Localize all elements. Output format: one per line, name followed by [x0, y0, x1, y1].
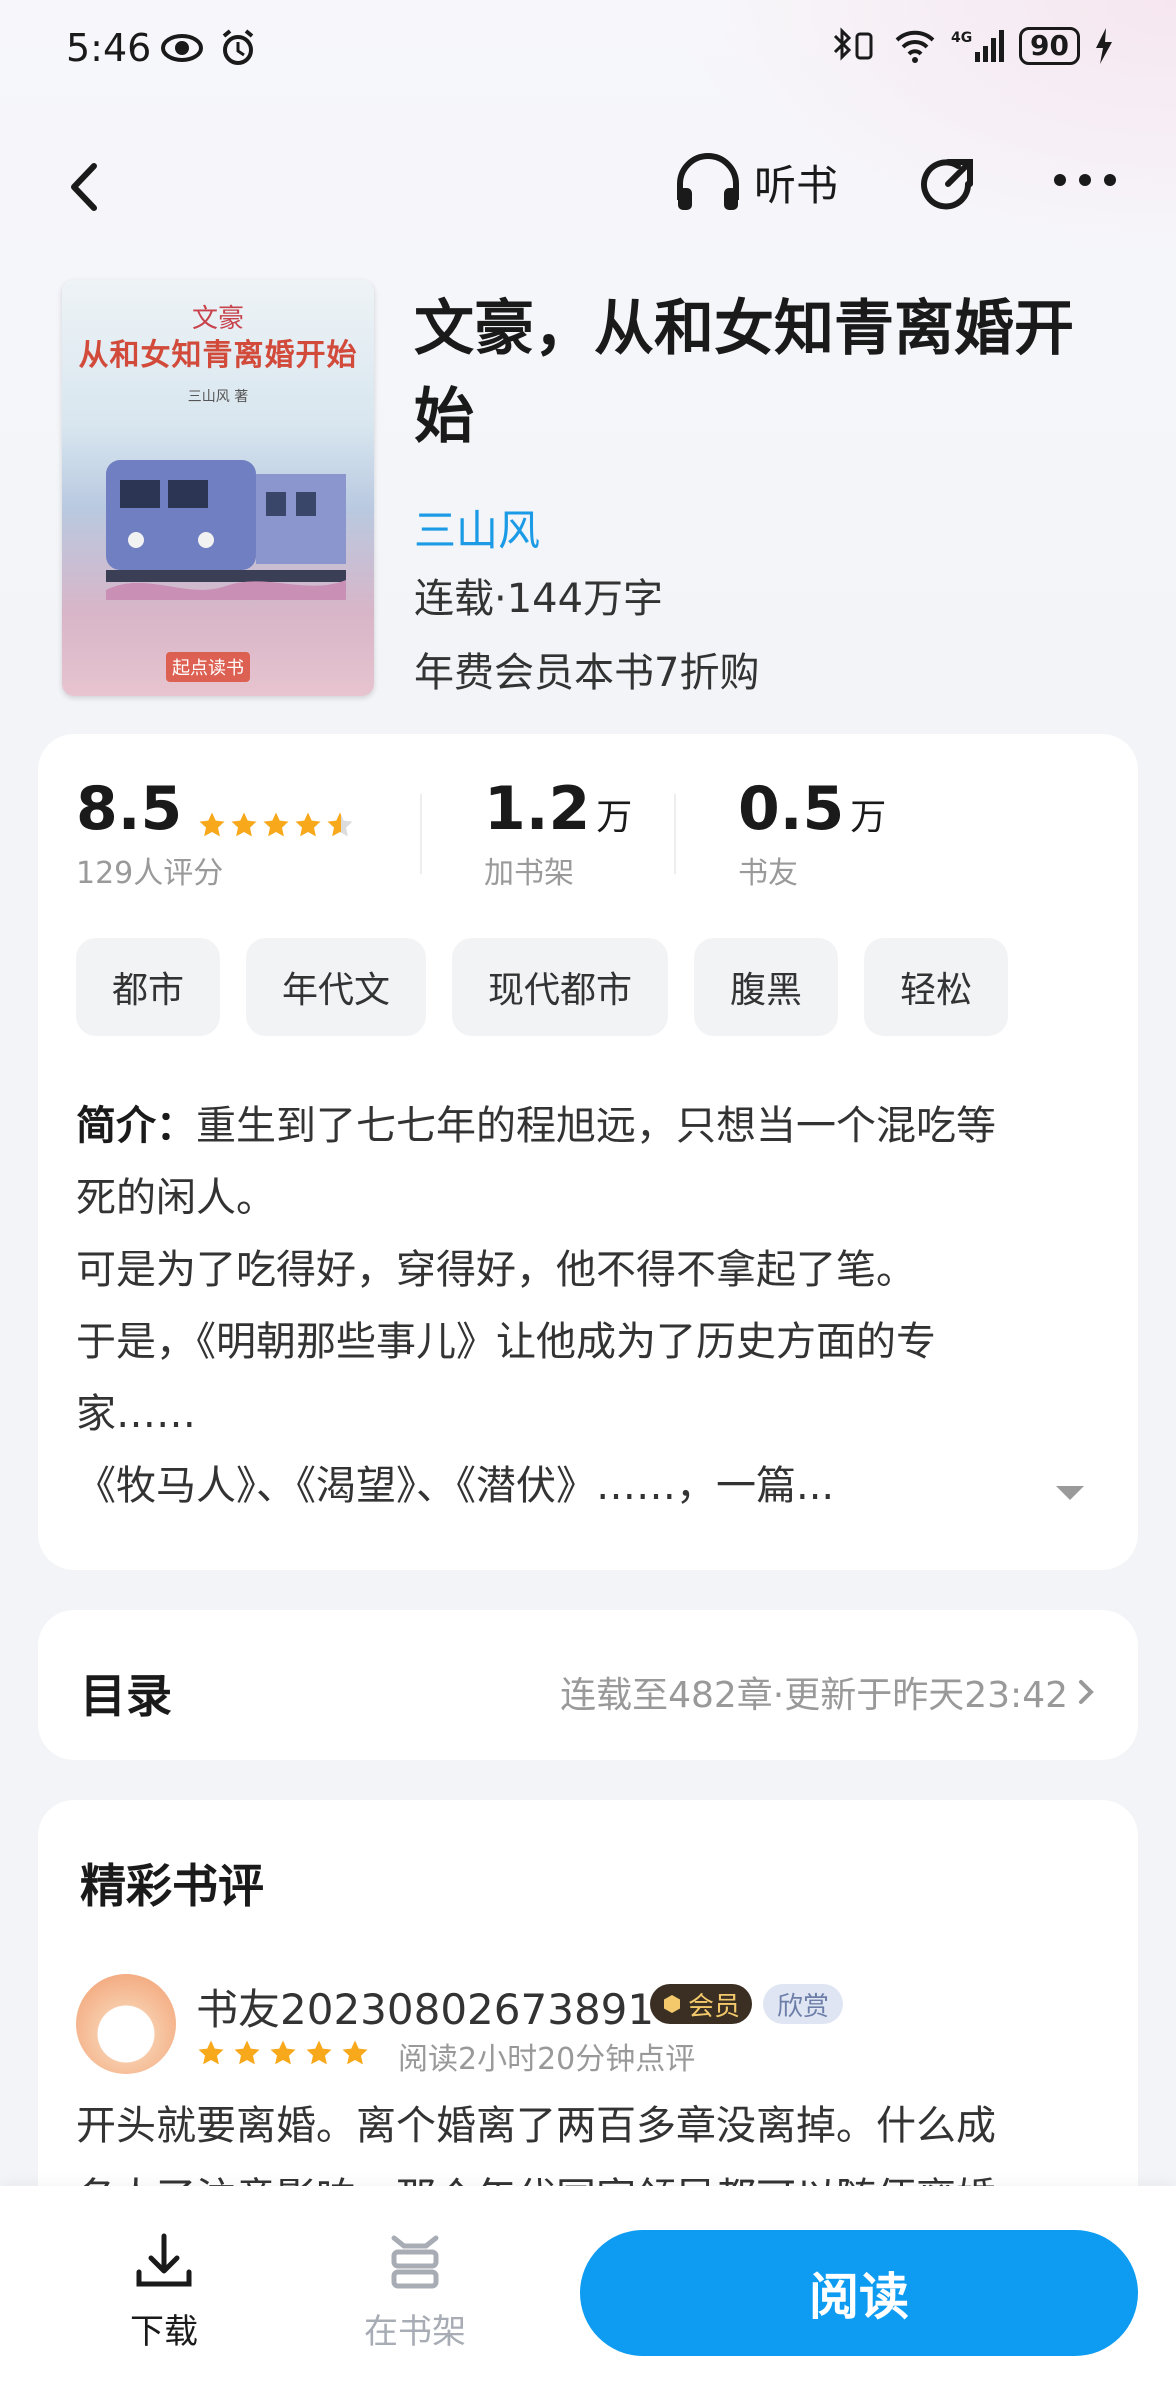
- expand-caret-icon[interactable]: [1052, 1480, 1088, 1504]
- fans-label: 书友: [738, 856, 798, 891]
- battery-level: 90: [1019, 27, 1080, 65]
- cover-publisher-logo: 起点读书: [166, 652, 250, 682]
- status-bar: 5:46 4G 90: [0, 0, 1176, 100]
- intro-text: 死的闲人。: [76, 1175, 276, 1221]
- divider: [674, 794, 676, 874]
- shelf-label: 在书架: [364, 2312, 466, 2352]
- chevron-right-icon: [1079, 1680, 1094, 1704]
- eye-icon: [161, 34, 203, 62]
- status-left-icons: [160, 28, 258, 68]
- headphones-icon: [677, 153, 739, 210]
- intro-text: 可是为了吃得好，穿得好，他不得不拿起了笔。: [76, 1247, 916, 1293]
- intro-label: 简介：: [76, 1103, 196, 1149]
- toc-card[interactable]: 目录 连载至482章·更新于昨天23:42: [38, 1610, 1138, 1760]
- star-icon: [306, 2040, 332, 2065]
- shelf-label: 加书架: [484, 856, 574, 891]
- download-icon: [136, 2233, 192, 2287]
- star-icon: [199, 812, 225, 836]
- intro-text: 重生到了七七年的程旭远，只想当一个混吃等: [196, 1103, 996, 1149]
- bluetooth-vibrate-icon: [833, 27, 873, 61]
- shelf-stat: 1.2 万 加书架: [484, 774, 632, 892]
- status-time: 5:46: [66, 26, 152, 70]
- fans-unit: 万: [850, 797, 887, 838]
- reviews-heading: 精彩书评: [80, 1859, 264, 1913]
- review-username[interactable]: 书友20230802673891: [196, 1976, 654, 2037]
- tag-chip[interactable]: 腹黑: [694, 938, 839, 1036]
- rating-count: 129人评分: [76, 856, 224, 891]
- shelf-number: 1.2: [484, 774, 591, 844]
- star-icon: [263, 812, 289, 836]
- tag-chip[interactable]: 现代都市: [452, 938, 669, 1036]
- fans-stat[interactable]: 0.5 万 书友: [738, 774, 886, 892]
- member-badge-label: 会员: [688, 1991, 741, 2022]
- shelf-button[interactable]: 在书架: [355, 2230, 475, 2353]
- download-button[interactable]: 下载: [104, 2230, 224, 2353]
- read-button[interactable]: 阅读: [580, 2230, 1138, 2356]
- review-line: 开头就要离婚。离个婚离了两百多章没离掉。什么成: [76, 2103, 996, 2149]
- charging-icon: [1096, 28, 1112, 64]
- star-icon: [234, 2040, 260, 2065]
- listen-label: 听书: [754, 160, 839, 210]
- tag-chip[interactable]: 都市: [76, 938, 221, 1036]
- review-stars: [196, 2038, 370, 2068]
- back-icon[interactable]: [60, 152, 110, 222]
- share-icon[interactable]: [912, 150, 982, 220]
- intro-text: 家……: [76, 1391, 196, 1437]
- signal-icon: 4G: [951, 30, 1005, 62]
- appreciate-badge: 欣赏: [763, 1984, 844, 2024]
- review-meta: 阅读2小时20分钟点评: [398, 2042, 696, 2077]
- nav-bar: 听书: [0, 140, 1176, 230]
- rating-stat[interactable]: 8.5 129人评分: [76, 774, 355, 892]
- shelf-unit: 万: [596, 797, 633, 838]
- tag-list: 都市 年代文 现代都市 腹黑 轻松: [76, 938, 1009, 1036]
- tag-chip[interactable]: 轻松: [864, 938, 1009, 1036]
- star-icon: [231, 812, 257, 836]
- alarm-icon: [222, 29, 254, 65]
- cover-author: 三山风 著: [187, 389, 249, 405]
- rating-value: 8.5: [76, 774, 183, 844]
- book-cover[interactable]: 文豪 从和女知青离婚开始 三山风 著 起点读书: [62, 280, 374, 696]
- star-icon: [198, 2040, 224, 2065]
- divider: [420, 794, 422, 874]
- book-info-card: 8.5 129人评分 1.2 万 加书架 0.5 万 书友 都市 年代文 现代都市 …: [38, 734, 1138, 1570]
- book-intro[interactable]: 简介：重生到了七七年的程旭远，只想当一个混吃等 死的闲人。 可是为了吃得好，穿得…: [76, 1090, 1126, 1522]
- toc-update-text: 连载至482章·更新于昨天23:42: [560, 1675, 1068, 1716]
- more-icon[interactable]: [1050, 160, 1120, 200]
- rating-stars: [197, 810, 355, 840]
- fans-number: 0.5: [738, 774, 845, 844]
- avatar[interactable]: [76, 1974, 176, 2074]
- cover-title: 从和女知青离婚开始: [78, 338, 358, 373]
- member-icon: [664, 1995, 680, 2013]
- status-right-icons: 4G 90: [829, 26, 1114, 66]
- star-icon: [270, 2040, 296, 2065]
- tag-chip[interactable]: 年代文: [246, 938, 427, 1036]
- author-link[interactable]: 三山风: [414, 497, 540, 558]
- train-illustration: [106, 460, 346, 600]
- svg-text:4G: 4G: [951, 30, 972, 46]
- member-badge: 会员: [650, 1984, 753, 2024]
- bottom-action-bar: 下载 在书架 阅读: [0, 2186, 1176, 2400]
- intro-text: 于是，《明朝那些事儿》让他成为了历史方面的专: [76, 1319, 936, 1365]
- wifi-icon: [895, 30, 935, 63]
- vip-offer[interactable]: 年费会员本书7折购: [414, 640, 759, 698]
- book-meta: 连载·144万字: [414, 576, 664, 622]
- toc-info: 连载至482章·更新于昨天23:42: [560, 1666, 1096, 1718]
- download-label: 下载: [130, 2312, 198, 2352]
- toc-label: 目录: [80, 1669, 172, 1723]
- half-star-icon: [327, 812, 353, 836]
- star-icon: [295, 812, 321, 836]
- listen-button[interactable]: 听书: [672, 150, 838, 214]
- bookshelf-icon: [391, 2235, 439, 2289]
- intro-text: 《牧马人》、《渴望》、《潜伏》……，一篇...: [76, 1463, 835, 1509]
- star-icon: [342, 2040, 368, 2065]
- book-title: 文豪，从和女知青离婚开始: [414, 294, 1074, 452]
